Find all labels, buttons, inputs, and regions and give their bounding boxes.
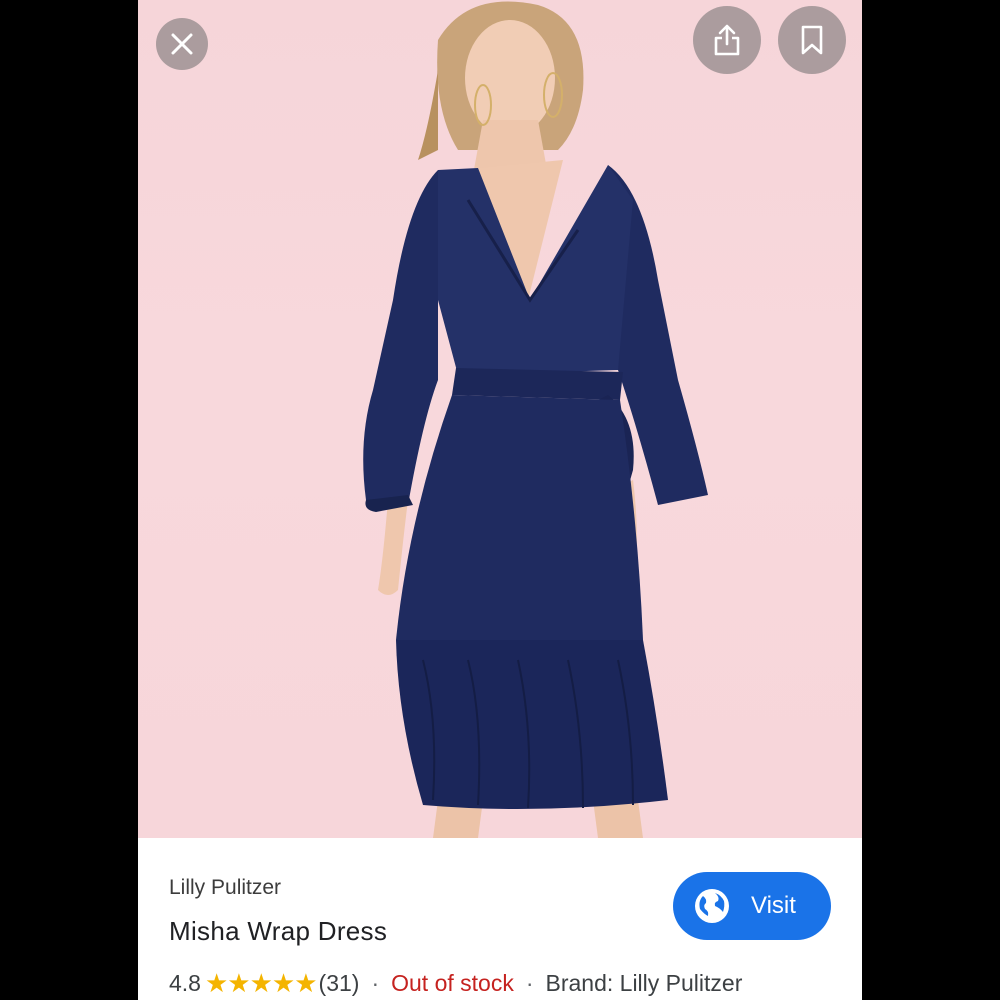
share-icon — [714, 24, 740, 56]
share-button[interactable] — [693, 6, 761, 74]
rating-value: 4.8 — [169, 970, 201, 996]
visit-button[interactable]: Visit — [673, 872, 831, 940]
stock-status: Out of stock — [391, 970, 514, 996]
product-image[interactable] — [138, 0, 862, 839]
close-button[interactable] — [156, 18, 208, 70]
separator: · — [525, 970, 534, 996]
product-info-panel: Lilly Pulitzer Misha Wrap Dress Visit 4.… — [138, 838, 862, 1000]
visit-label: Visit — [751, 892, 796, 919]
product-photo-illustration — [363, 1, 708, 838]
brand-label: Brand: Lilly Pulitzer — [545, 970, 743, 996]
shopping-result-card: Lilly Pulitzer Misha Wrap Dress Visit 4.… — [138, 0, 862, 1000]
product-title[interactable]: Misha Wrap Dress — [169, 916, 387, 947]
close-icon — [171, 33, 193, 55]
save-button[interactable] — [778, 6, 846, 74]
bookmark-icon — [801, 25, 823, 55]
globe-icon — [695, 889, 729, 923]
product-meta-row: 4.8 ★★★★★ (31) · Out of stock · Brand: L… — [169, 968, 742, 999]
merchant-name: Lilly Pulitzer — [169, 876, 282, 899]
rating-stars: ★★★★★ — [204, 968, 318, 998]
separator: · — [371, 970, 380, 996]
review-count[interactable]: (31) — [319, 970, 360, 997]
